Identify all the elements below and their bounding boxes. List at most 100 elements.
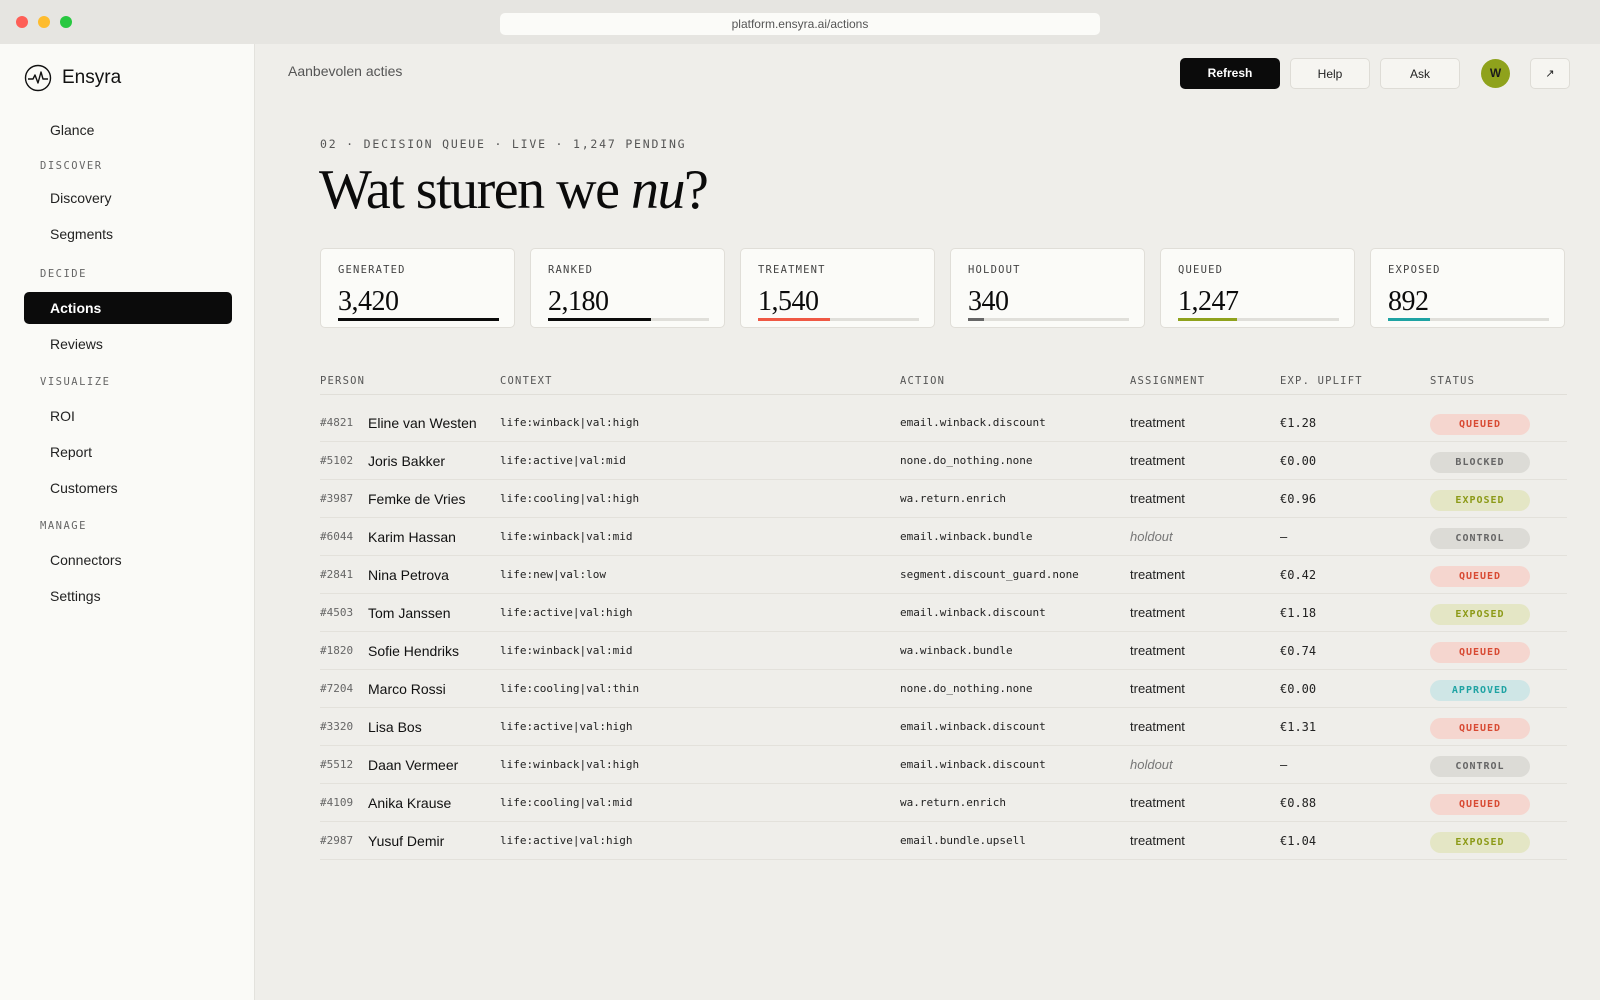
person-name[interactable]: Tom Janssen (368, 594, 450, 632)
context-cell: life:cooling|val:mid (500, 796, 633, 809)
action-cell: segment.discount_guard.none (900, 568, 1079, 581)
person-name[interactable]: Sofie Hendriks (368, 632, 459, 670)
uplift-cell: €0.00 (1280, 682, 1317, 696)
status-badge[interactable]: QUEUED (1430, 414, 1530, 435)
table-row[interactable]: #4503 Tom Janssen life:active|val:high emai… (320, 594, 1567, 632)
status-badge[interactable]: EXPOSED (1430, 490, 1530, 511)
person-id: #1820 (320, 644, 354, 657)
stat-value: 340 (968, 286, 1009, 317)
sidebar-item-roi[interactable]: ROI (24, 400, 232, 432)
status-badge[interactable]: BLOCKED (1430, 452, 1530, 473)
person-name[interactable]: Femke de Vries (368, 480, 466, 518)
status-badge[interactable]: APPROVED (1430, 680, 1530, 701)
stat-card-treatment[interactable]: TREATMENT 1,540 (740, 248, 935, 328)
sidebar-item-connectors[interactable]: Connectors (24, 544, 232, 576)
person-name[interactable]: Daan Vermeer (368, 746, 458, 784)
table-row[interactable]: #3320 Lisa Bos life:active|val:high email.w… (320, 708, 1567, 746)
table-row[interactable]: #7204 Marco Rossi life:cooling|val:thin non… (320, 670, 1567, 708)
column-header-status[interactable]: STATUS (1430, 375, 1475, 387)
refresh-button[interactable]: Refresh (1180, 58, 1280, 89)
sidebar-item-settings[interactable]: Settings (24, 580, 232, 612)
action-cell: wa.return.enrich (900, 796, 1006, 809)
sidebar-item-segments[interactable]: Segments (24, 218, 232, 250)
status-badge[interactable]: EXPOSED (1430, 604, 1530, 625)
stat-progress-track (1388, 318, 1549, 321)
status-badge[interactable]: CONTROL (1430, 756, 1530, 777)
stat-value: 1,540 (758, 286, 819, 317)
person-name[interactable]: Nina Petrova (368, 556, 449, 594)
table-row[interactable]: #2987 Yusuf Demir life:active|val:high emai… (320, 822, 1567, 860)
sidebar-section-decide: DECIDE (40, 268, 87, 280)
help-button[interactable]: Help (1290, 58, 1370, 89)
column-header-person[interactable]: PERSON (320, 375, 365, 387)
sidebar-item-discovery[interactable]: Discovery (24, 182, 232, 214)
context-cell: life:new|val:low (500, 568, 606, 581)
sidebar-item-report[interactable]: Report (24, 436, 232, 468)
column-header-assignment[interactable]: ASSIGNMENT (1130, 375, 1205, 387)
person-name[interactable]: Marco Rossi (368, 670, 446, 708)
sidebar-section-visualize: VISUALIZE (40, 376, 111, 388)
column-header-exp-uplift[interactable]: EXP. UPLIFT (1280, 375, 1363, 387)
uplift-cell: €0.96 (1280, 492, 1317, 506)
table-row[interactable]: #2841 Nina Petrova life:new|val:low segment… (320, 556, 1567, 594)
pulse-logo-icon (24, 64, 52, 92)
person-name[interactable]: Anika Krause (368, 784, 451, 822)
minimize-window-button[interactable] (38, 16, 50, 28)
person-name[interactable]: Joris Bakker (368, 442, 445, 480)
sidebar-item-glance[interactable]: Glance (24, 114, 232, 146)
status-badge[interactable]: QUEUED (1430, 794, 1530, 815)
person-id: #4821 (320, 416, 354, 429)
status-badge[interactable]: QUEUED (1430, 718, 1530, 739)
person-id: #6044 (320, 530, 354, 543)
title-question-mark: ? (683, 159, 709, 221)
context-cell: life:active|val:mid (500, 454, 626, 467)
table-row[interactable]: #3987 Femke de Vries life:cooling|val:high… (320, 480, 1567, 518)
avatar[interactable]: W (1481, 59, 1510, 88)
status-badge[interactable]: QUEUED (1430, 642, 1530, 663)
stat-progress-track (548, 318, 709, 321)
external-link-icon[interactable]: ↗ (1530, 58, 1570, 89)
table-row[interactable]: #5102 Joris Bakker life:active|val:mid none… (320, 442, 1567, 480)
table-row[interactable]: #4821 Eline van Westen life:winback|val:hi… (320, 404, 1567, 442)
person-id: #7204 (320, 682, 354, 695)
assignment-cell: treatment (1130, 567, 1185, 582)
assignment-cell: holdout (1130, 529, 1173, 544)
sidebar-item-customers[interactable]: Customers (24, 472, 232, 504)
sidebar-item-actions[interactable]: Actions (24, 292, 232, 324)
person-id: #2841 (320, 568, 354, 581)
status-badge[interactable]: CONTROL (1430, 528, 1530, 549)
table-row[interactable]: #4109 Anika Krause life:cooling|val:mid wa.… (320, 784, 1567, 822)
sidebar-item-reviews[interactable]: Reviews (24, 328, 232, 360)
action-cell: none.do_nothing.none (900, 454, 1033, 467)
column-header-context[interactable]: CONTEXT (500, 375, 553, 387)
person-name[interactable]: Karim Hassan (368, 518, 456, 556)
table-row[interactable]: #1820 Sofie Hendriks life:winback|val:mid w… (320, 632, 1567, 670)
stat-card-generated[interactable]: GENERATED 3,420 (320, 248, 515, 328)
close-window-button[interactable] (16, 16, 28, 28)
table-row[interactable]: #6044 Karim Hassan life:winback|val:mid ema… (320, 518, 1567, 556)
column-header-action[interactable]: ACTION (900, 375, 945, 387)
uplift-cell: €0.00 (1280, 454, 1317, 468)
status-badge[interactable]: EXPOSED (1430, 832, 1530, 853)
queue-eyebrow: 02 · DECISION QUEUE · LIVE · 1,247 PENDI… (320, 137, 687, 151)
ask-button[interactable]: Ask (1380, 58, 1460, 89)
person-name[interactable]: Eline van Westen (368, 404, 477, 442)
action-cell: email.winback.bundle (900, 530, 1033, 543)
status-badge[interactable]: QUEUED (1430, 566, 1530, 587)
stat-card-holdout[interactable]: HOLDOUT 340 (950, 248, 1145, 328)
person-id: #5102 (320, 454, 354, 467)
stat-progress-track (338, 318, 499, 321)
person-name[interactable]: Lisa Bos (368, 708, 422, 746)
stat-card-queued[interactable]: QUEUED 1,247 (1160, 248, 1355, 328)
person-name[interactable]: Yusuf Demir (368, 822, 444, 860)
stat-card-ranked[interactable]: RANKED 2,180 (530, 248, 725, 328)
stat-label: HOLDOUT (968, 264, 1021, 276)
stat-card-exposed[interactable]: EXPOSED 892 (1370, 248, 1565, 328)
action-cell: email.winback.discount (900, 606, 1046, 619)
table-row[interactable]: #5512 Daan Vermeer life:winback|val:high em… (320, 746, 1567, 784)
maximize-window-button[interactable] (60, 16, 72, 28)
address-bar[interactable]: platform.ensyra.ai/actions (500, 13, 1100, 35)
stat-progress-track (1178, 318, 1339, 321)
brand[interactable]: Ensyra (24, 64, 121, 92)
assignment-cell: treatment (1130, 643, 1185, 658)
